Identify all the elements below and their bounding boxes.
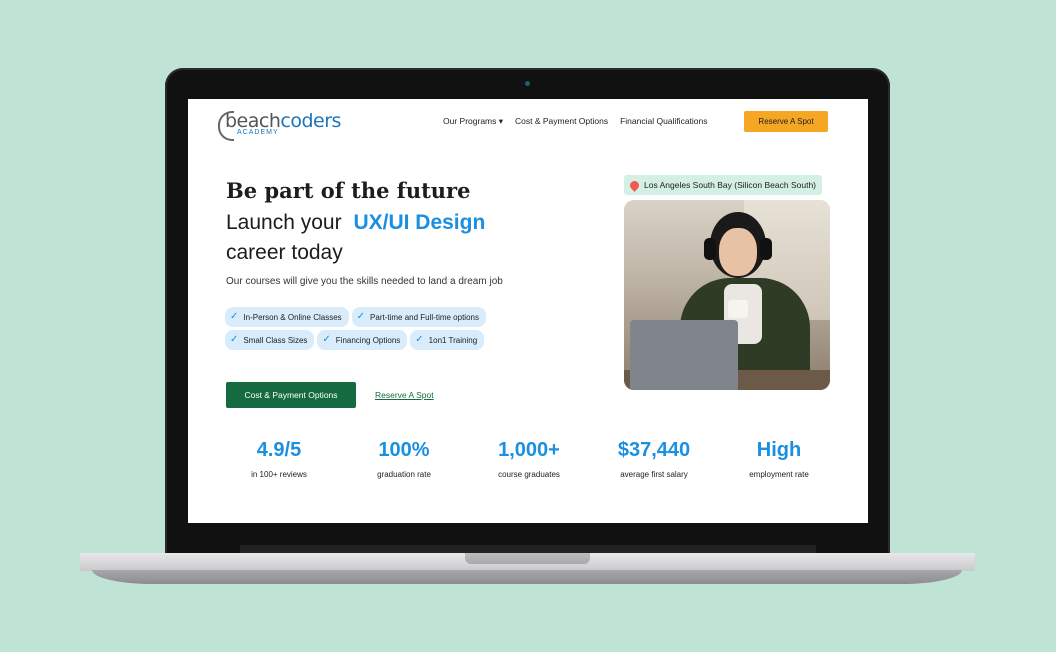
laptop-hinge xyxy=(240,545,816,553)
hero-title: Be part of the future xyxy=(226,178,471,203)
check-icon: ✓ xyxy=(322,334,331,345)
nav-item-cost[interactable]: Cost & Payment Options xyxy=(515,116,608,127)
stat-label: course graduates xyxy=(498,470,560,479)
feature-label: Financing Options xyxy=(335,335,401,345)
location-pin-icon xyxy=(628,178,641,192)
location-label: Los Angeles South Bay (Silicon Beach Sou… xyxy=(644,180,816,190)
headphones-icon xyxy=(760,238,772,260)
check-icon: ✓ xyxy=(230,334,239,345)
laptop-screen: beachcoders ACADEMY Our Programs ▾ Cost … xyxy=(188,99,868,523)
stat-label: average first salary xyxy=(620,470,688,479)
stat-label: in 100+ reviews xyxy=(251,470,307,479)
stat-graduation: 100% graduation rate xyxy=(349,439,459,479)
photo-cup xyxy=(728,300,748,318)
stat-value: $37,440 xyxy=(617,439,691,461)
check-icon: ✓ xyxy=(356,311,366,322)
feature-pill: ✓ Financing Options xyxy=(317,330,408,350)
stat-reviews: 4.9/5 in 100+ reviews xyxy=(224,439,334,479)
hero-line1: Launch your UX/UI Design xyxy=(226,211,485,235)
feature-pill: ✓ Part-time and Full-time options xyxy=(351,307,486,327)
feature-pills: ✓ In-Person & Online Classes ✓ Part-time a… xyxy=(225,307,525,350)
reserve-spot-button[interactable]: Reserve A Spot xyxy=(744,111,828,132)
feature-label: Part-time and Full-time options xyxy=(370,312,479,322)
webcam-icon xyxy=(525,81,530,86)
nav-item-financial[interactable]: Financial Qualifications xyxy=(620,116,707,127)
feature-label: In-Person & Online Classes xyxy=(243,312,342,322)
feature-pill: ✓ Small Class Sizes xyxy=(225,330,315,350)
stat-value: High xyxy=(756,439,802,461)
cost-payment-button[interactable]: Cost & Payment Options xyxy=(226,382,356,408)
laptop-notch xyxy=(465,553,590,564)
hero-photo xyxy=(624,200,830,390)
photo-laptop xyxy=(630,320,738,390)
hero-line1-prefix: Launch your xyxy=(226,211,342,234)
stat-value: 1,000+ xyxy=(498,439,560,461)
stat-label: graduation rate xyxy=(377,470,431,479)
stat-salary: $37,440 average first salary xyxy=(599,439,709,479)
stat-value: 4.9/5 xyxy=(256,439,302,461)
logo-part2: coders xyxy=(280,110,341,132)
stat-employment: High employment rate xyxy=(724,439,834,479)
logo-arc-icon xyxy=(218,111,234,141)
photo-face xyxy=(719,228,757,276)
laptop-base-bottom xyxy=(92,570,962,584)
check-icon: ✓ xyxy=(230,311,239,322)
site-logo[interactable]: beachcoders ACADEMY xyxy=(218,110,341,141)
feature-pill: ✓ 1on1 Training xyxy=(410,330,485,350)
reserve-spot-link[interactable]: Reserve A Spot xyxy=(375,390,434,400)
feature-pill: ✓ In-Person & Online Classes xyxy=(225,307,349,327)
main-nav: Our Programs ▾ Cost & Payment Options Fi… xyxy=(443,116,708,127)
feature-label: Small Class Sizes xyxy=(243,335,308,345)
check-icon: ✓ xyxy=(415,334,424,345)
feature-label: 1on1 Training xyxy=(428,335,478,345)
stat-value: 100% xyxy=(378,439,430,461)
hero-line2: career today xyxy=(226,241,343,264)
nav-item-programs[interactable]: Our Programs ▾ xyxy=(443,116,503,127)
hero-highlight: UX/UI Design xyxy=(353,211,486,234)
stat-label: employment rate xyxy=(749,470,809,479)
headphones-icon xyxy=(704,238,716,260)
stat-graduates: 1,000+ course graduates xyxy=(474,439,584,479)
hero-subtitle: Our courses will give you the skills nee… xyxy=(226,276,503,287)
stats-row: 4.9/5 in 100+ reviews 100% graduation ra… xyxy=(224,439,834,479)
location-badge: Los Angeles South Bay (Silicon Beach Sou… xyxy=(624,175,822,195)
